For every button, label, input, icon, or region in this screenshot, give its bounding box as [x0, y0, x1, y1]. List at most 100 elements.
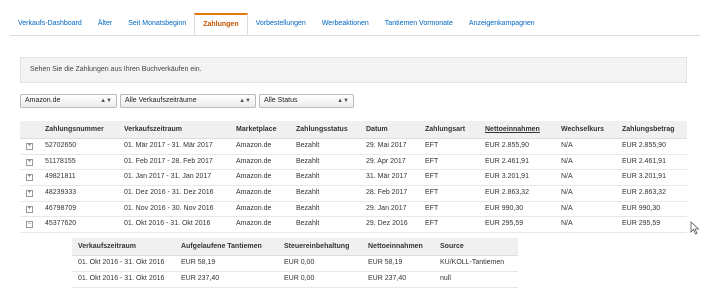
expand-icon[interactable]: +	[26, 158, 33, 166]
cell-zahlungsart: EFT	[425, 173, 439, 181]
cell-verkaufszeitraum: 01. Mär 2017 - 31. Mär 2017	[124, 142, 213, 149]
cell-zahlungsstatus: Bezahlt	[296, 189, 320, 197]
cell-zahlungsnummer: 48239333	[45, 189, 77, 197]
cell-zahlungsnummer: 51178155	[45, 157, 76, 165]
detail-cell-steuer: EUR 0,00	[284, 275, 315, 282]
cell-nettoeinnahmen: EUR 295,59	[485, 220, 524, 228]
cell-marketplace: Amazon.de	[236, 142, 272, 149]
detail-col-source: Source	[440, 243, 464, 250]
cell-datum: 28. Feb 2017	[366, 189, 408, 197]
table-row: + 49821811 01. Jan 2017 - 31. Jan 2017 A…	[20, 170, 687, 187]
cell-zahlungsart: EFT	[425, 157, 439, 165]
chevron-down-icon: ▲▼	[239, 98, 251, 104]
cell-zahlungsbetrag: EUR 2.855,90	[622, 142, 666, 149]
status-select-value: Alle Status	[264, 97, 298, 104]
cell-zahlungsstatus: Bezahlt	[296, 142, 320, 149]
detail-cell-tantiemen: EUR 237,40	[181, 275, 220, 282]
col-zahlungsnummer[interactable]: Zahlungsnummer	[45, 121, 104, 138]
tab-bar: Verkaufs-Dashboard Älter Seit Monatsbegi…	[10, 13, 700, 36]
cell-zahlungsstatus: Bezahlt	[296, 204, 320, 212]
period-select-value: Alle Verkaufszeiträume	[125, 97, 197, 104]
cell-zahlungsart: EFT	[425, 204, 439, 212]
period-select[interactable]: Alle Verkaufszeiträume ▲▼	[120, 94, 256, 108]
payment-detail-table: Verkaufszeitraum Aufgelaufene Tantiemen …	[72, 238, 518, 288]
tab-anzeigenkampagnen[interactable]: Anzeigenkampagnen	[461, 13, 543, 35]
tab-zahlungen[interactable]: Zahlungen	[194, 13, 248, 35]
table-header: Zahlungsnummer Verkaufszeitraum Marketpl…	[20, 121, 687, 139]
detail-cell-verkaufszeitraum: 01. Okt 2016 - 31. Okt 2016	[78, 275, 165, 282]
detail-cell-verkaufszeitraum: 01. Okt 2016 - 31. Okt 2016	[78, 259, 165, 266]
detail-cell-netto: EUR 58,19	[368, 259, 403, 266]
expand-icon[interactable]: +	[26, 205, 33, 213]
detail-row: 01. Okt 2016 - 31. Okt 2016 EUR 237,40 E…	[72, 272, 518, 288]
detail-col-verkaufszeitraum: Verkaufszeitraum	[78, 243, 136, 250]
detail-cell-source: null	[440, 275, 451, 282]
col-nettoeinnahmen[interactable]: Nettoeinnahmen	[485, 121, 540, 138]
tab-tantiemen-vormonate[interactable]: Tantiemen Vormonate	[377, 13, 461, 35]
expand-icon[interactable]: +	[26, 174, 33, 182]
collapse-icon[interactable]: −	[26, 221, 33, 229]
payments-table: Zahlungsnummer Verkaufszeitraum Marketpl…	[20, 121, 687, 234]
cell-zahlungsbetrag: EUR 2.461,91	[622, 157, 666, 165]
cell-wechselkurs: N/A	[561, 142, 573, 149]
col-marketplace[interactable]: Marketplace	[236, 121, 276, 138]
cell-verkaufszeitraum: 01. Okt 2016 - 31. Okt 2016	[124, 220, 211, 228]
cell-datum: 29. Apr 2017	[366, 157, 406, 165]
cell-zahlungsstatus: Bezahlt	[296, 173, 320, 181]
marketplace-select[interactable]: Amazon.de ▲▼	[20, 94, 117, 108]
cell-datum: 29. Mai 2017	[366, 142, 407, 149]
cell-zahlungsbetrag: EUR 2.863,32	[622, 189, 666, 197]
cell-nettoeinnahmen: EUR 3.201,91	[485, 173, 529, 181]
cell-zahlungsart: EFT	[425, 142, 439, 149]
cell-wechselkurs: N/A	[561, 173, 573, 181]
detail-col-nettoeinnahmen: Nettoeinnahmen	[368, 243, 423, 250]
marketplace-select-value: Amazon.de	[25, 97, 61, 104]
cell-verkaufszeitraum: 01. Dez 2016 - 31. Dez 2016	[124, 189, 214, 197]
col-zahlungsbetrag[interactable]: Zahlungsbetrag	[622, 121, 675, 138]
detail-cell-tantiemen: EUR 58,19	[181, 259, 216, 266]
info-box: Sehen Sie die Zahlungen aus Ihren Buchve…	[20, 57, 687, 83]
col-wechselkurs[interactable]: Wechselkurs	[561, 121, 604, 138]
cell-verkaufszeitraum: 01. Feb 2017 - 28. Feb 2017	[124, 157, 213, 165]
col-zahlungsstatus[interactable]: Zahlungsstatus	[296, 121, 348, 138]
cell-nettoeinnahmen: EUR 990,30	[485, 204, 524, 212]
tab-werbeaktionen[interactable]: Werbeaktionen	[314, 13, 377, 35]
chevron-down-icon: ▲▼	[100, 98, 112, 104]
cell-marketplace: Amazon.de	[236, 173, 272, 181]
detail-row: 01. Okt 2016 - 31. Okt 2016 EUR 58,19 EU…	[72, 256, 518, 272]
detail-cell-steuer: EUR 0,00	[284, 259, 315, 266]
cell-zahlungsstatus: Bezahlt	[296, 157, 320, 165]
cell-zahlungsbetrag: EUR 990,30	[622, 204, 661, 212]
cell-wechselkurs: N/A	[561, 157, 573, 165]
cell-verkaufszeitraum: 01. Nov 2016 - 30. Nov 2016	[124, 204, 214, 212]
detail-cell-source: KU/KOLL-Tantiemen	[440, 259, 505, 266]
col-datum[interactable]: Datum	[366, 121, 388, 138]
cell-zahlungsart: EFT	[425, 220, 439, 228]
expand-icon[interactable]: +	[26, 190, 33, 198]
cell-zahlungsbetrag: EUR 295,59	[622, 220, 661, 228]
col-zahlungsart[interactable]: Zahlungsart	[425, 121, 465, 138]
cell-zahlungsnummer: 49821811	[45, 173, 76, 181]
cell-zahlungsnummer: 46798709	[45, 204, 77, 212]
cell-marketplace: Amazon.de	[236, 189, 272, 197]
cell-datum: 29. Jan 2017	[366, 204, 407, 212]
cell-zahlungsnummer: 45377620	[45, 220, 77, 228]
table-row-expanded: − 45377620 01. Okt 2016 - 31. Okt 2016 A…	[20, 217, 687, 234]
info-text: Sehen Sie die Zahlungen aus Ihren Buchve…	[30, 66, 202, 73]
cell-marketplace: Amazon.de	[236, 157, 272, 165]
status-select[interactable]: Alle Status ▲▼	[259, 94, 354, 108]
table-row: + 52702650 01. Mär 2017 - 31. Mär 2017 A…	[20, 139, 687, 155]
detail-cell-netto: EUR 237,40	[368, 275, 407, 282]
col-verkaufszeitraum[interactable]: Verkaufszeitraum	[124, 121, 182, 138]
expand-icon[interactable]: +	[26, 143, 33, 150]
detail-header: Verkaufszeitraum Aufgelaufene Tantiemen …	[72, 238, 518, 256]
cell-marketplace: Amazon.de	[236, 204, 272, 212]
tab-seit-monatsbeginn[interactable]: Seit Monatsbeginn	[120, 13, 194, 35]
detail-col-aufgelaufene-tantiemen: Aufgelaufene Tantiemen	[181, 243, 262, 250]
cell-zahlungsart: EFT	[425, 189, 439, 197]
cell-verkaufszeitraum: 01. Jan 2017 - 31. Jan 2017	[124, 173, 212, 181]
tab-verkaufs-dashboard[interactable]: Verkaufs-Dashboard	[10, 13, 90, 35]
mouse-cursor-icon	[690, 221, 700, 235]
tab-vorbestellungen[interactable]: Vorbestellungen	[248, 13, 314, 35]
tab-aelter[interactable]: Älter	[90, 13, 120, 35]
